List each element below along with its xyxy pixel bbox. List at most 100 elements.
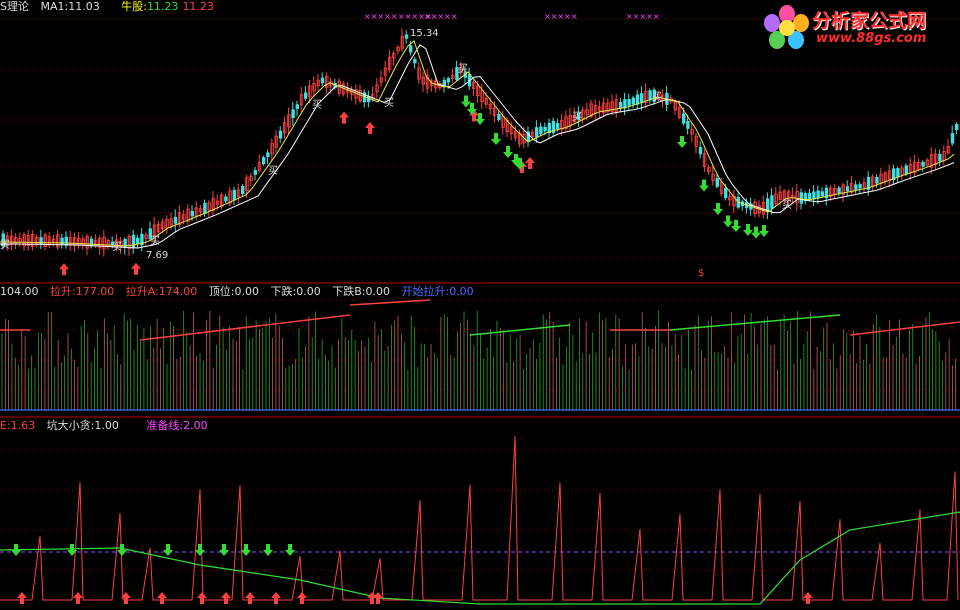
candle-body (845, 186, 850, 192)
site-logo[interactable]: 分析家公式网 www.88gs.com (760, 2, 958, 50)
e-value: 1.63 (10, 419, 36, 432)
candle-body (232, 189, 236, 201)
niugu-value-2: 11.23 (182, 0, 214, 13)
panel2-first-value: 104.00 (0, 285, 39, 298)
candle-body (896, 168, 900, 178)
indicator-title: S理论 (0, 0, 29, 13)
candle-body (627, 98, 631, 106)
candle-body (278, 130, 283, 139)
e-panel-header: E:1.63 坑大小贪:1.00 准备线:2.00 (0, 419, 216, 433)
up-arrow-icon (157, 592, 167, 604)
down-arrow-icon (699, 179, 709, 192)
up-arrow-icon (525, 157, 535, 169)
candle-body (812, 191, 816, 200)
buy-label-9: 买 (652, 92, 662, 103)
candle-body (619, 101, 623, 109)
candle-body (921, 161, 925, 167)
kengda-label: 坑大小贪: (46, 419, 95, 432)
zhunbei-value: 2.00 (183, 419, 208, 432)
ma-short-line (0, 40, 955, 247)
lashen-envelope (669, 314, 841, 331)
ma1-line (0, 44, 955, 249)
candle-body (535, 127, 539, 138)
down-arrow-icon (503, 146, 513, 158)
up-arrow-icon (73, 592, 83, 604)
xiadie-label: 下跌: (270, 285, 297, 298)
dingwei-value: 0.00 (234, 285, 259, 298)
e-line (0, 435, 959, 601)
candle-body (295, 104, 299, 109)
candle-body (816, 190, 820, 199)
down-arrow-icon (219, 544, 229, 556)
candle-body (904, 165, 908, 175)
down-arrow-icon (11, 544, 21, 556)
candle-body (715, 178, 719, 187)
lashen-value: 177.00 (75, 285, 115, 298)
niugu-value-1: 11.23 (146, 0, 179, 13)
up-arrow-icon (297, 592, 307, 604)
candle-body (682, 113, 686, 124)
chart-canvas (0, 18, 960, 605)
buy-label-7: 买 (458, 64, 468, 75)
candle-body (190, 210, 194, 217)
candle-body (253, 170, 257, 175)
zhunbei-label: 准备线: (146, 419, 184, 432)
buy-label-5: 买 (312, 100, 322, 111)
down-arrow-icon (743, 224, 753, 236)
candle-body (875, 177, 879, 184)
down-arrow-icon (751, 226, 761, 239)
candle-body (291, 109, 295, 119)
candle-body (648, 90, 652, 101)
niugu-label: 牛股: (121, 0, 147, 13)
candle-body (413, 59, 417, 64)
candle-body (408, 45, 413, 53)
down-arrow-icon (285, 544, 295, 556)
top-mark-1: ××××× (364, 12, 398, 21)
peak-price-label: 15.34 (410, 28, 439, 39)
up-arrow-icon (271, 592, 281, 604)
up-arrow-icon (131, 262, 141, 275)
candle-body (203, 202, 207, 214)
kaishi-label: 开始拉升: (401, 285, 450, 298)
down-arrow-icon (491, 133, 501, 145)
candle-body (799, 192, 803, 204)
xiadieB-label: 下跌B: (332, 285, 366, 298)
e-label: E: (0, 419, 11, 432)
up-arrow-icon (339, 111, 349, 124)
candle-body (266, 152, 270, 158)
up-arrow-icon (17, 592, 27, 604)
buy-label-4: 买 (268, 166, 278, 177)
candle-body (89, 238, 94, 247)
down-arrow-icon (723, 215, 733, 228)
candle-body (686, 120, 690, 129)
e-panel[interactable] (0, 435, 960, 605)
buy-label-6: 买 (384, 98, 394, 109)
up-arrow-icon (197, 592, 207, 604)
price-panel[interactable] (0, 28, 959, 276)
candle-body (698, 147, 703, 155)
candle-body (808, 192, 812, 200)
down-arrow-icon (195, 544, 205, 556)
low-price-label: 7.69 (146, 250, 169, 261)
candle-body (173, 216, 178, 224)
lashen-envelope (349, 299, 431, 306)
xiadie-value: 0.00 (296, 285, 321, 298)
candle-body (837, 187, 841, 194)
up-arrow-icon (221, 592, 231, 604)
down-arrow-icon (263, 544, 273, 556)
candle-body (640, 93, 644, 104)
s-marker: $ (698, 268, 705, 279)
candle-body (261, 157, 266, 165)
flower-logo-icon (764, 5, 809, 49)
candle-body (240, 186, 245, 195)
candle-body (724, 187, 728, 199)
lashen-panel[interactable] (0, 299, 960, 411)
logo-url[interactable]: www.88gs.com (816, 31, 926, 46)
lashen-label: 拉升: (50, 285, 76, 298)
buy-label-1: 买 (0, 240, 10, 251)
candle-body (224, 196, 228, 202)
kengda-value: 1.00 (94, 419, 119, 432)
dingwei-label: 顶位: (208, 285, 235, 298)
candle-body (854, 184, 858, 190)
candle-body (64, 236, 68, 246)
